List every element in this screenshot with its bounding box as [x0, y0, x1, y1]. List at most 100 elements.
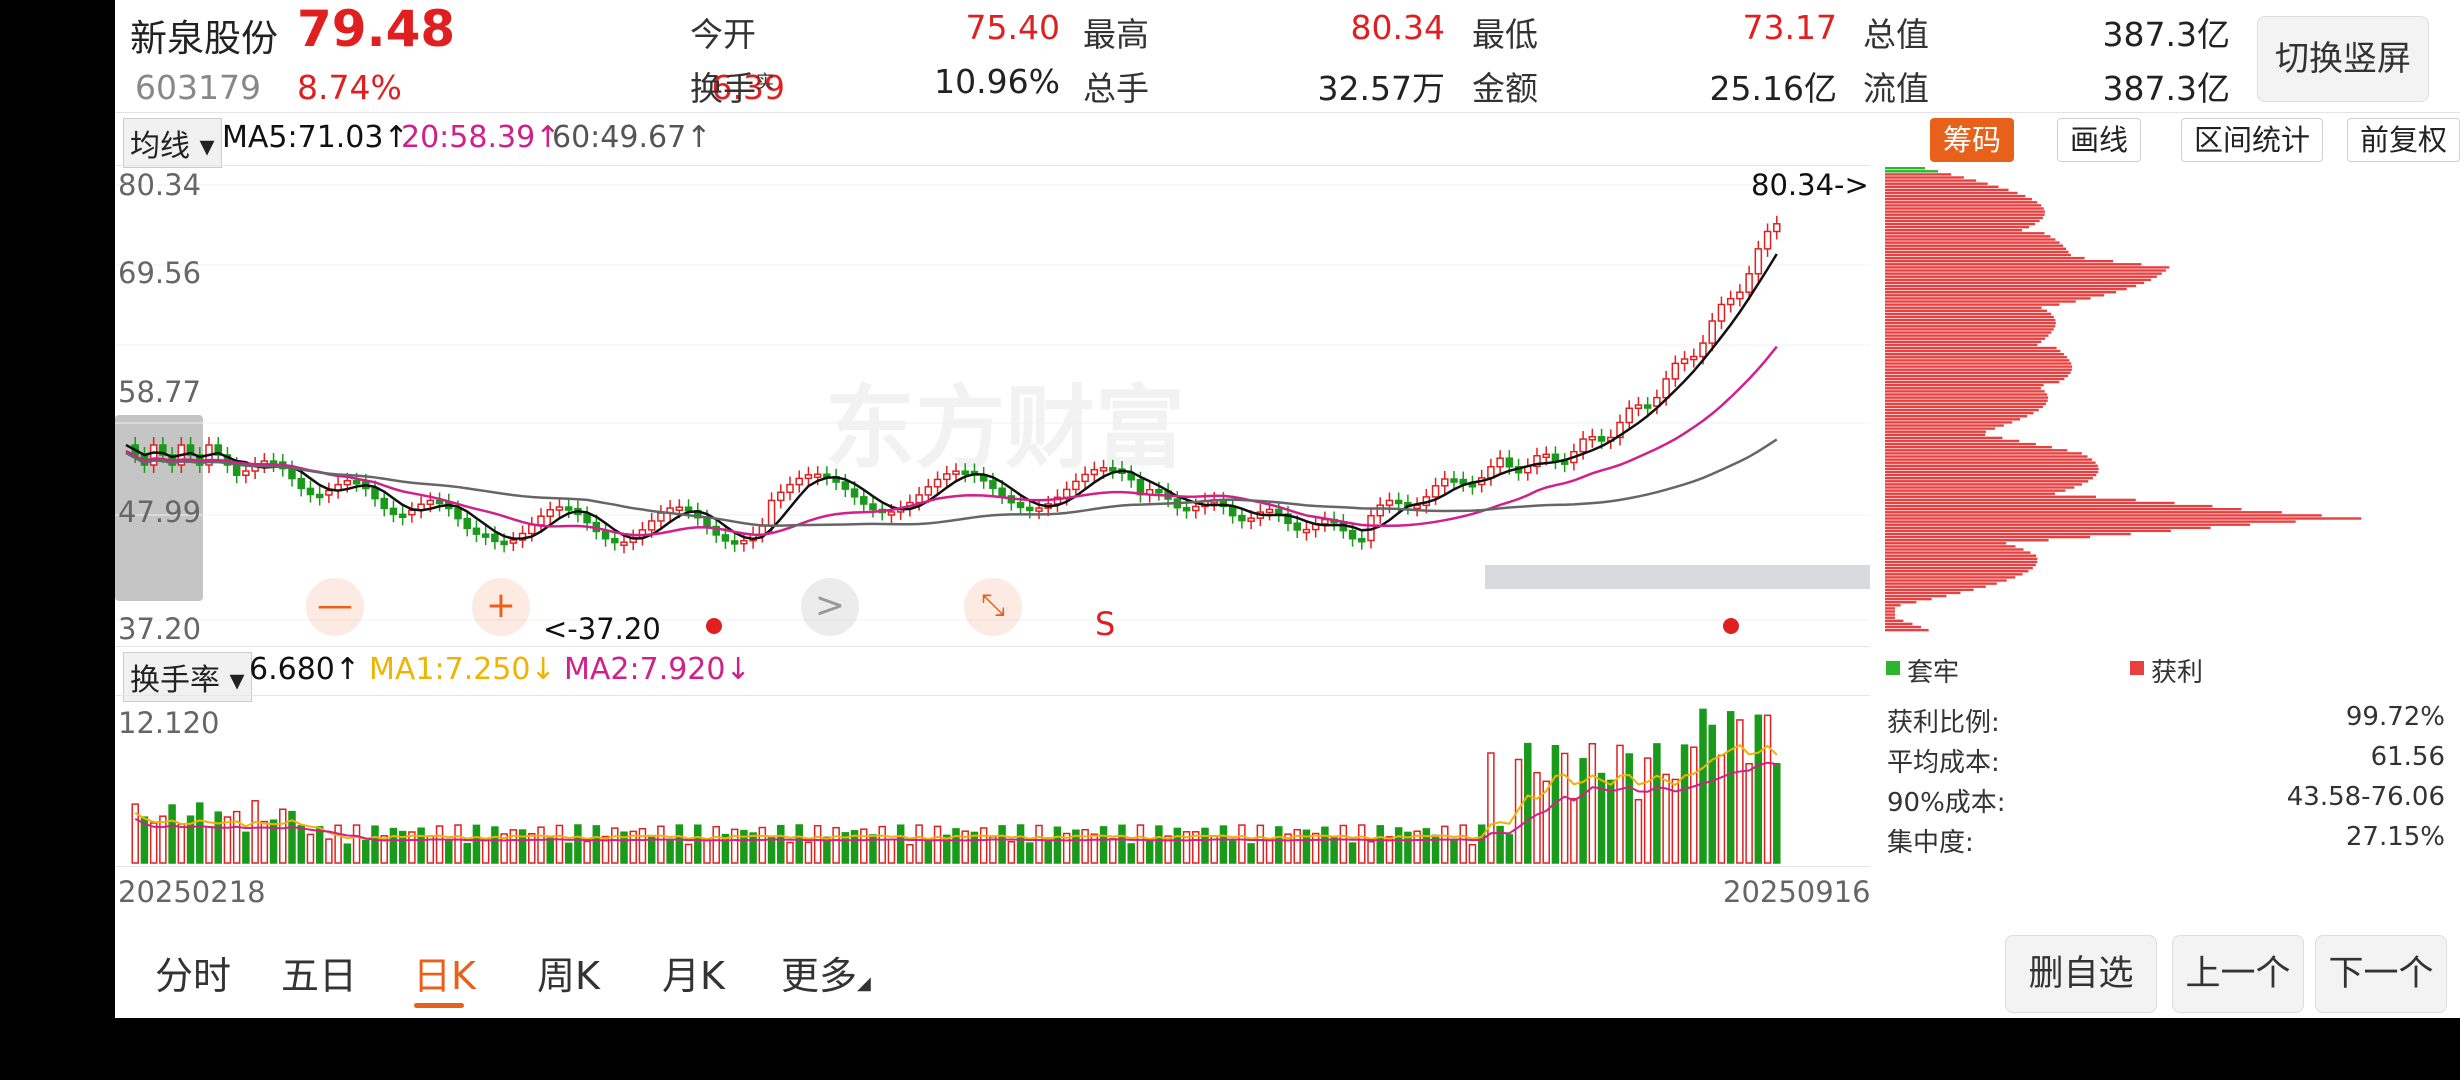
chip-bar	[1885, 501, 2175, 505]
chip-bar	[1885, 579, 2007, 582]
turnover-bar	[1736, 719, 1744, 864]
turnover-bar	[1016, 824, 1025, 864]
chip-bar	[1885, 371, 2071, 374]
total-cap-label: 总值	[1863, 15, 1929, 54]
zoom-in-icon[interactable]: +	[472, 578, 530, 636]
turnover-bar	[1201, 827, 1209, 864]
turnover-bar	[1560, 752, 1569, 864]
candle	[242, 470, 250, 477]
chip-bar	[1885, 346, 2057, 350]
candle	[933, 478, 942, 488]
tab-daily-k[interactable]: 日K	[413, 945, 476, 1000]
total-cap-value: 387.3亿	[2102, 15, 2230, 54]
turnover-bar	[795, 824, 803, 864]
candle	[1690, 355, 1698, 361]
candle	[1431, 485, 1440, 498]
candle	[795, 477, 803, 486]
chip-bar	[1885, 362, 2072, 365]
chip-bar	[1885, 563, 2036, 567]
price-adjust-button[interactable]: 前复权	[2347, 118, 2460, 162]
previous-stock-button[interactable]: 上一个	[2172, 935, 2304, 1013]
chevron-right-icon[interactable]: >	[801, 578, 859, 636]
turnover-bar	[1265, 838, 1274, 864]
turnover-bar	[343, 843, 352, 864]
chip-bar	[1885, 542, 2007, 545]
turnover-bar	[555, 824, 564, 864]
switch-portrait-button[interactable]: 切换竖屏	[2257, 16, 2429, 102]
chip-bar	[1885, 272, 2162, 275]
next-stock-button[interactable]: 下一个	[2315, 935, 2447, 1013]
chip-bar	[1885, 188, 2009, 192]
chip-bar	[1885, 247, 2067, 250]
tab-intraday[interactable]: 分时	[155, 945, 231, 1000]
candle	[721, 534, 730, 542]
chip-bar	[1885, 353, 2064, 356]
candle	[1072, 480, 1080, 491]
tab-more[interactable]: 更多◢	[781, 945, 871, 1000]
chip-bar	[1885, 309, 2048, 312]
dropdown-corner-icon: ◢	[857, 973, 871, 994]
stock-code: 603179	[135, 68, 261, 107]
candle	[813, 473, 822, 478]
candle	[647, 520, 656, 531]
turnover-bar	[1367, 840, 1375, 864]
turnover-bar	[1643, 757, 1652, 864]
chip-bar	[1885, 235, 2051, 238]
chips-button[interactable]: 筹码	[1930, 118, 2015, 162]
candle	[887, 511, 896, 516]
turnover-bar	[223, 816, 232, 864]
candle	[1441, 478, 1449, 487]
chip-bar	[1885, 492, 2056, 495]
chip-bar	[1885, 194, 2026, 198]
candle	[1754, 248, 1763, 275]
turnover-bar	[1680, 744, 1689, 864]
float-cap-value: 387.3亿	[2102, 69, 2230, 108]
draw-line-button[interactable]: 画线	[2057, 118, 2142, 162]
chip-bar	[1885, 399, 2048, 402]
candle	[730, 540, 739, 545]
zoom-out-icon[interactable]: —	[306, 578, 364, 636]
turnover-bar	[518, 829, 527, 864]
turnover-bar	[1754, 714, 1763, 864]
tab-five-day[interactable]: 五日	[281, 945, 357, 1000]
turnover-bar	[564, 842, 573, 864]
candle	[740, 539, 748, 545]
chip-bar	[1885, 340, 2042, 343]
range-stats-button[interactable]: 区间统计	[2181, 118, 2324, 162]
ma-dropdown[interactable]: 均线 ▾	[123, 118, 222, 168]
turnover-bar	[251, 800, 259, 864]
candle	[1394, 499, 1403, 505]
candle	[1542, 453, 1550, 459]
remove-watchlist-button[interactable]: 删自选	[2005, 935, 2157, 1013]
turnover-bar	[1708, 724, 1716, 864]
chip-bar	[1885, 439, 2020, 443]
chip-bar	[1885, 436, 2003, 440]
open-label: 今开	[690, 15, 756, 54]
candle	[537, 515, 545, 526]
tab-weekly-k[interactable]: 周K	[537, 945, 600, 1000]
chip-bar	[1885, 554, 2037, 557]
turnover-bar	[878, 825, 886, 864]
chip-bar	[1885, 442, 2036, 446]
chip-bar	[1885, 170, 1939, 173]
chip-bar	[1885, 250, 2069, 254]
candle	[1597, 436, 1606, 442]
chip-stat-label: 平均成本:	[1887, 748, 2000, 778]
candle	[343, 479, 352, 486]
turnover-bar	[232, 810, 241, 864]
turnover-bar	[1579, 758, 1587, 864]
turnover-bar	[177, 823, 186, 864]
turnover-bar	[813, 824, 822, 864]
chip-bar	[1885, 551, 2031, 554]
turnover-bar	[1321, 826, 1329, 864]
chip-bar	[1885, 374, 2069, 378]
candle	[998, 487, 1006, 497]
turnover-bar	[334, 824, 342, 864]
chip-bar	[1885, 331, 2052, 334]
turnover-bar	[970, 831, 979, 864]
chip-bar	[1885, 349, 2061, 353]
tab-monthly-k[interactable]: 月K	[662, 945, 725, 1000]
chip-distribution	[1885, 167, 2362, 632]
chip-bar	[1885, 269, 2166, 272]
collapse-icon[interactable]: ⤡	[964, 578, 1022, 636]
